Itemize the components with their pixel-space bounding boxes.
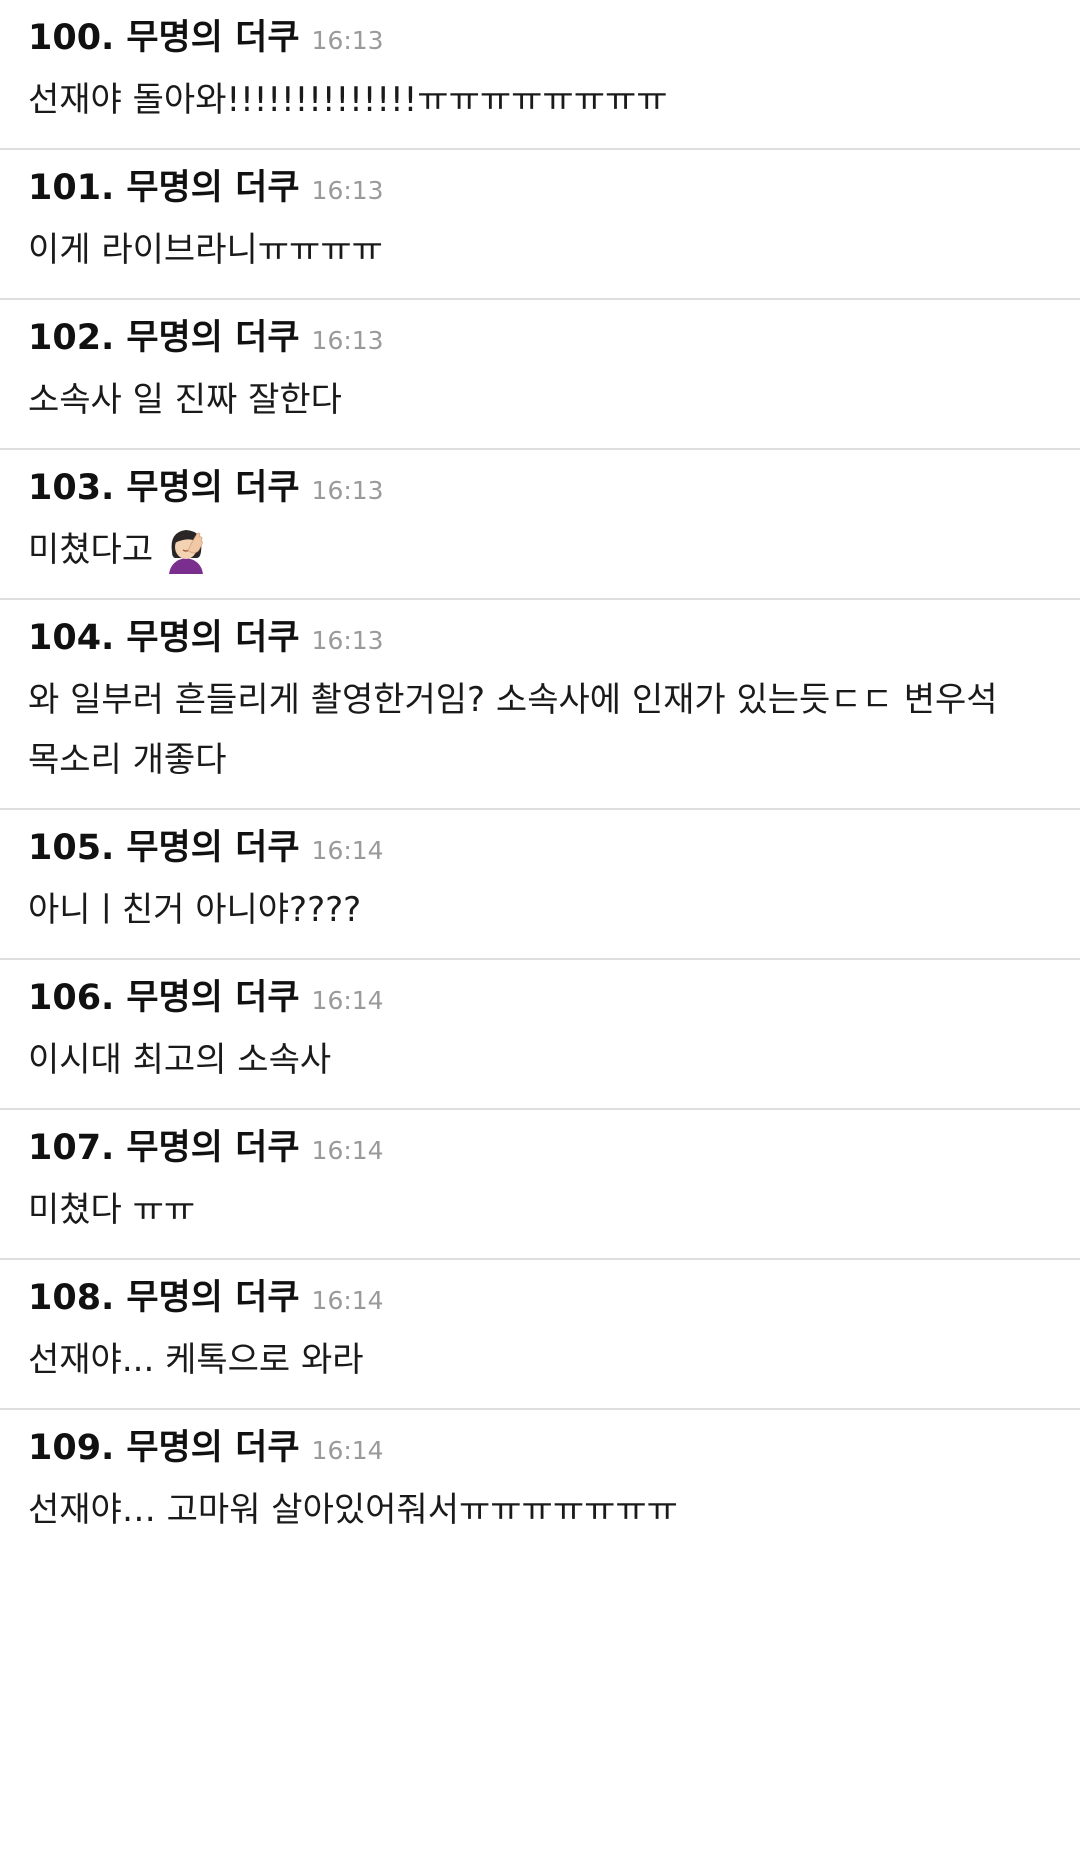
comment-text: 선재야… 고마워 살아있어줘서ㅠㅠㅠㅠㅠㅠㅠ bbox=[28, 1490, 678, 1530]
comment-item[interactable]: 107. 무명의 더쿠 16:14 미쳤다 ㅠㅠ bbox=[0, 1110, 1080, 1260]
comment-header: 106. 무명의 더쿠 16:14 bbox=[28, 974, 1052, 1022]
comment-item[interactable]: 104. 무명의 더쿠 16:13 와 일부러 흔들리게 촬영한거임? 소속사에… bbox=[0, 600, 1080, 810]
comment-number[interactable]: 104. bbox=[28, 614, 114, 662]
comment-number[interactable]: 109. bbox=[28, 1424, 114, 1472]
comment-author: 무명의 더쿠 bbox=[126, 1128, 300, 1168]
comment-item[interactable]: 103. 무명의 더쿠 16:13 미쳤다고 bbox=[0, 450, 1080, 600]
comment-item[interactable]: 105. 무명의 더쿠 16:14 아니ㅣ친거 아니야???? bbox=[0, 810, 1080, 960]
comment-text: 미쳤다고 bbox=[28, 530, 154, 570]
comment-number[interactable]: 107. bbox=[28, 1124, 114, 1172]
comment-author: 무명의 더쿠 bbox=[126, 318, 300, 358]
comment-text: 미쳤다 ㅠㅠ bbox=[28, 1190, 196, 1230]
comment-item[interactable]: 108. 무명의 더쿠 16:14 선재야... 케톡으로 와라 bbox=[0, 1260, 1080, 1410]
comment-header: 104. 무명의 더쿠 16:13 bbox=[28, 614, 1052, 662]
comment-number[interactable]: 108. bbox=[28, 1274, 114, 1322]
comment-time: 16:14 bbox=[311, 1436, 384, 1465]
comment-author: 무명의 더쿠 bbox=[126, 1428, 300, 1468]
comment-time: 16:14 bbox=[311, 986, 384, 1015]
comment-header: 107. 무명의 더쿠 16:14 bbox=[28, 1124, 1052, 1172]
comment-author: 무명의 더쿠 bbox=[126, 978, 300, 1018]
comment-number[interactable]: 100. bbox=[28, 14, 114, 62]
comment-thread: 100. 무명의 더쿠 16:13 선재야 돌아와!!!!!!!!!!!!!!ㅠ… bbox=[0, 0, 1080, 1558]
comment-text: 소속사 일 진짜 잘한다 bbox=[28, 380, 342, 420]
comment-header: 109. 무명의 더쿠 16:14 bbox=[28, 1424, 1052, 1472]
comment-number[interactable]: 106. bbox=[28, 974, 114, 1022]
comment-header: 105. 무명의 더쿠 16:14 bbox=[28, 824, 1052, 872]
comment-header: 103. 무명의 더쿠 16:13 bbox=[28, 464, 1052, 512]
comment-item[interactable]: 102. 무명의 더쿠 16:13 소속사 일 진짜 잘한다 bbox=[0, 300, 1080, 450]
comment-item[interactable]: 109. 무명의 더쿠 16:14 선재야… 고마워 살아있어줘서ㅠㅠㅠㅠㅠㅠㅠ bbox=[0, 1410, 1080, 1558]
comment-author: 무명의 더쿠 bbox=[126, 1278, 300, 1318]
comment-time: 16:13 bbox=[311, 26, 384, 55]
comment-header: 102. 무명의 더쿠 16:13 bbox=[28, 314, 1052, 362]
comment-text: 선재야... 케톡으로 와라 bbox=[28, 1340, 364, 1380]
comment-text: 이게 라이브라니ㅠㅠㅠㅠ bbox=[28, 230, 383, 270]
comment-author: 무명의 더쿠 bbox=[126, 468, 300, 508]
comment-time: 16:13 bbox=[311, 476, 384, 505]
comment-time: 16:13 bbox=[311, 176, 384, 205]
comment-author: 무명의 더쿠 bbox=[126, 828, 300, 868]
comment-text: 이시대 최고의 소속사 bbox=[28, 1040, 332, 1080]
comment-time: 16:14 bbox=[311, 836, 384, 865]
comment-author: 무명의 더쿠 bbox=[126, 168, 300, 208]
comment-header: 100. 무명의 더쿠 16:13 bbox=[28, 14, 1052, 62]
comment-body-row: 미쳤다고 bbox=[28, 520, 1052, 598]
comment-text: 와 일부러 흔들리게 촬영한거임? 소속사에 인재가 있는듯ㄷㄷ 변우석 목소리… bbox=[28, 680, 998, 780]
comment-number[interactable]: 105. bbox=[28, 824, 114, 872]
comment-author: 무명의 더쿠 bbox=[126, 18, 300, 58]
comment-item[interactable]: 100. 무명의 더쿠 16:13 선재야 돌아와!!!!!!!!!!!!!!ㅠ… bbox=[0, 0, 1080, 150]
comment-text: 선재야 돌아와!!!!!!!!!!!!!!ㅠㅠㅠㅠㅠㅠㅠㅠ bbox=[28, 80, 668, 120]
comment-time: 16:14 bbox=[311, 1136, 384, 1165]
comment-time: 16:13 bbox=[311, 626, 384, 655]
comment-number[interactable]: 103. bbox=[28, 464, 114, 512]
comment-text: 아니ㅣ친거 아니야???? bbox=[28, 890, 362, 930]
comment-author: 무명의 더쿠 bbox=[126, 618, 300, 658]
comment-number[interactable]: 101. bbox=[28, 164, 114, 212]
comment-number[interactable]: 102. bbox=[28, 314, 114, 362]
comment-time: 16:13 bbox=[311, 326, 384, 355]
comment-item[interactable]: 101. 무명의 더쿠 16:13 이게 라이브라니ㅠㅠㅠㅠ bbox=[0, 150, 1080, 300]
facepalm-woman-icon bbox=[161, 524, 211, 574]
comment-header: 108. 무명의 더쿠 16:14 bbox=[28, 1274, 1052, 1322]
comment-time: 16:14 bbox=[311, 1286, 384, 1315]
comment-item[interactable]: 106. 무명의 더쿠 16:14 이시대 최고의 소속사 bbox=[0, 960, 1080, 1110]
comment-header: 101. 무명의 더쿠 16:13 bbox=[28, 164, 1052, 212]
